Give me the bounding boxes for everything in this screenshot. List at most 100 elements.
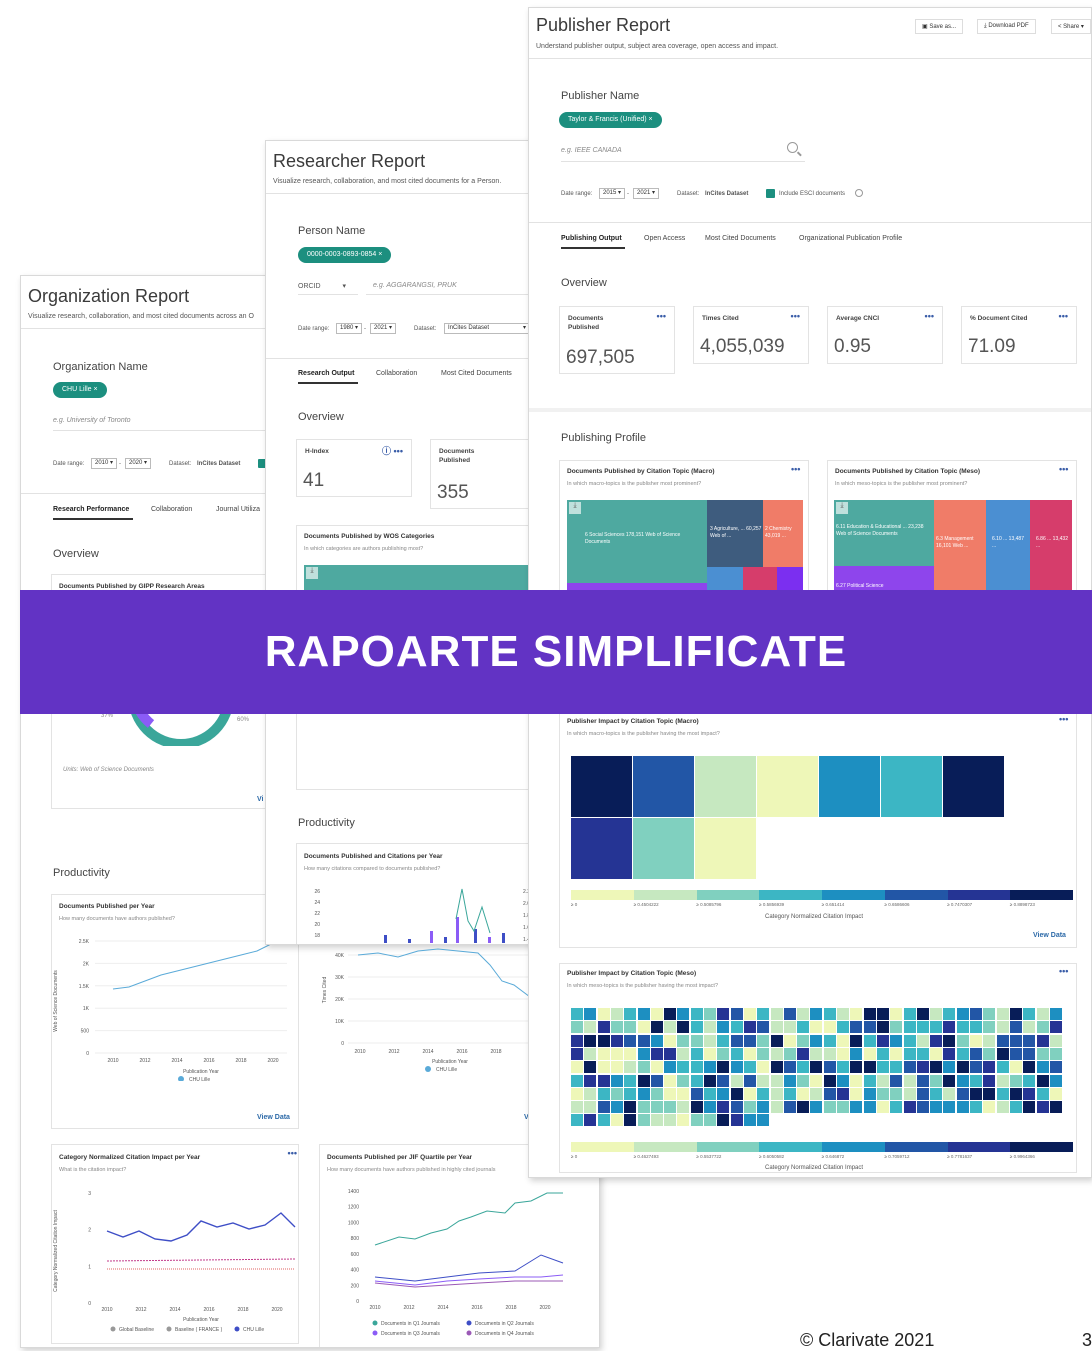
heatmap-cell[interactable] <box>983 1087 996 1100</box>
heatmap-cell[interactable] <box>930 1061 943 1074</box>
heatmap-cell[interactable] <box>903 1034 916 1047</box>
heatmap-cell[interactable] <box>890 1034 903 1047</box>
heatmap-cell[interactable] <box>571 818 632 879</box>
heatmap-cell[interactable] <box>956 1034 969 1047</box>
heatmap-cell[interactable] <box>584 1101 597 1114</box>
heatmap-cell[interactable] <box>664 1034 677 1047</box>
heatmap-cell[interactable] <box>823 1074 836 1087</box>
heatmap-cell[interactable] <box>863 1074 876 1087</box>
more-icon[interactable]: ••• <box>1059 966 1068 976</box>
heatmap-cell[interactable] <box>810 1101 823 1114</box>
more-menu[interactable]: ••• <box>279 1146 299 1160</box>
heatmap-cell[interactable] <box>690 1087 703 1100</box>
heatmap-cell[interactable] <box>797 1101 810 1114</box>
heatmap-cell[interactable] <box>797 1087 810 1100</box>
heatmap-cell[interactable] <box>584 1074 597 1087</box>
person-chip[interactable]: 0000-0003-0893-0854 × <box>298 247 392 263</box>
heatmap-cell[interactable] <box>863 1101 876 1114</box>
heatmap-cell[interactable] <box>677 1034 690 1047</box>
heatmap-cell[interactable] <box>916 1008 929 1020</box>
heatmap-cell[interactable] <box>783 1047 796 1060</box>
heatmap-cell[interactable] <box>943 1061 956 1074</box>
heatmap-cell[interactable] <box>704 1114 716 1127</box>
date-from-select[interactable]: 2015 ▾ <box>599 188 626 199</box>
heatmap-cell[interactable] <box>610 1087 623 1100</box>
heatmap-cell[interactable] <box>637 1101 650 1114</box>
more-icon[interactable]: ••• <box>1059 464 1068 474</box>
close-icon[interactable]: × <box>94 386 98 393</box>
heatmap-cell[interactable] <box>823 1047 836 1060</box>
heatmap-cell[interactable] <box>757 1021 770 1034</box>
heatmap-cell[interactable] <box>743 1087 756 1100</box>
share-button[interactable]: < Share ▾ <box>1051 19 1091 34</box>
heatmap-cell[interactable] <box>770 1034 783 1047</box>
heatmap-cell[interactable] <box>704 1008 716 1020</box>
treemap-tile[interactable] <box>707 567 743 591</box>
heatmap-cell[interactable] <box>571 1008 583 1020</box>
heatmap-cell[interactable] <box>876 1101 889 1114</box>
heatmap-cell[interactable] <box>850 1021 863 1034</box>
heatmap-cell[interactable] <box>770 1008 783 1020</box>
heatmap-cell[interactable] <box>584 1021 597 1034</box>
heatmap-cell[interactable] <box>770 1047 783 1060</box>
heatmap-cell[interactable] <box>770 1021 783 1034</box>
heatmap-cell[interactable] <box>571 1021 583 1034</box>
heatmap-cell[interactable] <box>1036 1087 1049 1100</box>
heatmap-cell[interactable] <box>1023 1087 1036 1100</box>
heatmap-cell[interactable] <box>757 1061 770 1074</box>
heatmap-cell[interactable] <box>810 1021 823 1034</box>
heatmap-cell[interactable] <box>1009 1008 1022 1020</box>
heatmap-cell[interactable] <box>1036 1047 1049 1060</box>
heatmap-cell[interactable] <box>916 1034 929 1047</box>
heatmap-cell[interactable] <box>970 1034 982 1047</box>
heatmap-cell[interactable] <box>837 1074 849 1087</box>
tab-research-output[interactable]: Research Output <box>298 370 354 377</box>
heatmap-cell[interactable] <box>717 1034 730 1047</box>
heatmap-cell[interactable] <box>996 1101 1009 1114</box>
heatmap-cell[interactable] <box>597 1074 610 1087</box>
heatmap-cell[interactable] <box>677 1061 690 1074</box>
heatmap-cell[interactable] <box>823 1061 836 1074</box>
heatmap-cell[interactable] <box>704 1087 716 1100</box>
heatmap-cell[interactable] <box>863 1047 876 1060</box>
heatmap-cell[interactable] <box>1036 1021 1049 1034</box>
heatmap-cell[interactable] <box>743 1021 756 1034</box>
heatmap-cell[interactable] <box>1036 1074 1049 1087</box>
heatmap-cell[interactable] <box>890 1061 903 1074</box>
heatmap-cell[interactable] <box>876 1008 889 1020</box>
heatmap-cell[interactable] <box>704 1074 716 1087</box>
heatmap-cell[interactable] <box>850 1087 863 1100</box>
publisher-search-placeholder[interactable]: e.g. IEEE CANADA <box>561 147 622 154</box>
heatmap-cell[interactable] <box>717 1061 730 1074</box>
heatmap-cell[interactable] <box>743 1101 756 1114</box>
heatmap-cell[interactable] <box>837 1087 849 1100</box>
heatmap-cell[interactable] <box>610 1047 623 1060</box>
date-to-select[interactable]: 2021 ▾ <box>370 323 397 334</box>
heatmap-cell[interactable] <box>571 756 632 817</box>
heatmap-cell[interactable] <box>1049 1034 1062 1047</box>
heatmap-cell[interactable] <box>970 1008 982 1020</box>
heatmap-cell[interactable] <box>624 1021 637 1034</box>
heatmap-cell[interactable] <box>983 1008 996 1020</box>
heatmap-cell[interactable] <box>597 1061 610 1074</box>
heatmap-cell[interactable] <box>797 1074 810 1087</box>
heatmap-cell[interactable] <box>757 1074 770 1087</box>
heatmap-cell[interactable] <box>584 1008 597 1020</box>
dataset-value[interactable]: InCites Dataset <box>197 461 240 467</box>
heatmap-cell[interactable] <box>757 1008 770 1020</box>
heatmap-cell[interactable] <box>571 1074 583 1087</box>
org-search-placeholder[interactable]: e.g. University of Toronto <box>53 417 131 424</box>
heatmap-cell[interactable] <box>890 1101 903 1114</box>
dataset-select[interactable]: InCites Dataset ▾ <box>444 323 530 334</box>
heatmap-cell[interactable] <box>1049 1021 1062 1034</box>
more-icon[interactable]: ••• <box>925 311 934 321</box>
treemap-tile[interactable] <box>777 567 803 591</box>
heatmap-cell[interactable] <box>930 1087 943 1100</box>
heatmap-cell[interactable] <box>890 1021 903 1034</box>
heatmap-cell[interactable] <box>943 1074 956 1087</box>
heatmap-cell[interactable] <box>650 1101 663 1114</box>
info-icon[interactable]: ⓘ ••• <box>382 444 403 457</box>
heatmap-cell[interactable] <box>730 1114 743 1127</box>
heatmap-cell[interactable] <box>597 1034 610 1047</box>
dataset-value[interactable]: InCites Dataset <box>705 191 748 197</box>
